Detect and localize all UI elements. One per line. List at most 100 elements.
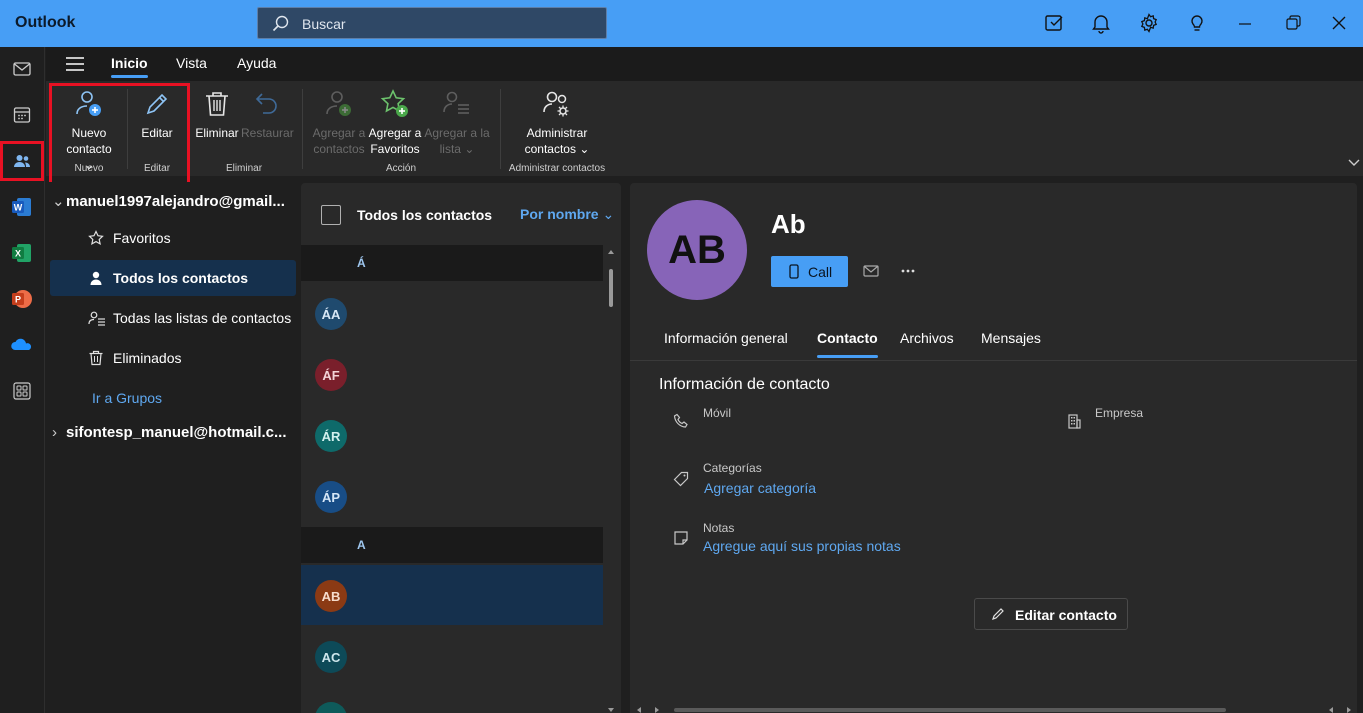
scrollbar-thumb[interactable] — [609, 269, 613, 307]
ribbon-collapse-icon[interactable] — [1348, 159, 1360, 167]
restore-button[interactable]: Restaurar — [241, 87, 294, 141]
section-title: Información de contacto — [659, 376, 830, 393]
select-all-checkbox[interactable] — [321, 205, 341, 225]
svg-text:P: P — [15, 295, 21, 305]
title-bar: Outlook Buscar — [0, 0, 1363, 47]
tab-inicio[interactable]: Inicio — [111, 55, 148, 78]
edit-contact-button[interactable]: Editar contacto — [974, 598, 1128, 630]
tab-informacion-general[interactable]: Información general — [664, 330, 788, 346]
list-item[interactable] — [301, 687, 603, 713]
groups-link[interactable]: Ir a Grupos — [92, 390, 162, 406]
list-item[interactable]: ÁP — [301, 466, 603, 526]
mail-icon[interactable] — [863, 265, 879, 277]
ribbon: Nuevo contacto ⌄ Editar Eliminar Restaur… — [46, 81, 1363, 177]
section-letter: Á — [357, 256, 366, 270]
folder-favoritos[interactable]: Favoritos — [50, 220, 296, 256]
star-add-icon — [380, 89, 408, 117]
avatar: ÁA — [315, 298, 347, 330]
add-to-favorites-label-1: Agregar a — [368, 126, 422, 140]
tab-ayuda[interactable]: Ayuda — [237, 55, 276, 71]
folder-label: Todos los contactos — [113, 270, 249, 286]
add-to-list-button[interactable]: Agregar a la lista ⌄ — [422, 87, 492, 157]
rail-excel[interactable]: X — [0, 233, 44, 273]
word-icon: W — [12, 198, 31, 216]
bell-icon[interactable] — [1090, 12, 1112, 34]
list-item[interactable]: ÁF — [301, 344, 603, 404]
rail-calendar[interactable] — [0, 95, 44, 135]
folder-listas[interactable]: Todas las listas de contactos — [50, 300, 296, 336]
avatar — [315, 702, 347, 713]
manage-label-1: Administrar — [526, 126, 588, 140]
powerpoint-icon: P — [12, 290, 32, 308]
contact-list-icon — [88, 311, 105, 326]
star-icon — [88, 230, 104, 246]
gear-icon[interactable] — [1138, 12, 1160, 34]
chevron-right-icon: › — [52, 424, 57, 441]
rail-apps[interactable] — [0, 371, 44, 411]
close-icon[interactable] — [1328, 12, 1350, 34]
contact-list-title: Todos los contactos — [357, 207, 493, 223]
rail-onedrive[interactable] — [0, 325, 44, 365]
call-button[interactable]: Call — [771, 256, 848, 287]
folder-todos-los-contactos[interactable]: Todos los contactos — [50, 260, 296, 296]
list-item[interactable]: AC — [301, 626, 603, 686]
tab-contacto[interactable]: Contacto — [817, 330, 878, 358]
add-to-favorites-button[interactable]: Agregar a Favoritos — [366, 87, 424, 157]
note-icon — [674, 531, 688, 545]
add-category-link[interactable]: Agregar categoría — [704, 480, 816, 496]
sort-dropdown[interactable]: Por nombre ⌄ — [520, 206, 614, 223]
excel-icon: X — [12, 244, 31, 262]
rail-powerpoint[interactable]: P — [0, 279, 44, 319]
app-title: Outlook — [15, 14, 76, 31]
avatar: ÁF — [315, 359, 347, 391]
tab-mensajes[interactable]: Mensajes — [981, 330, 1041, 346]
avatar: ÁP — [315, 481, 347, 513]
section-header: Á — [301, 245, 603, 281]
scrollbar-thumb[interactable] — [674, 708, 1226, 712]
tab-vista[interactable]: Vista — [176, 55, 207, 71]
ribbon-tabs: Inicio Vista Ayuda — [46, 47, 1363, 81]
edit-contact-label: Editar contacto — [1015, 607, 1117, 623]
people-icon — [14, 155, 30, 167]
list-item[interactable]: ÁR — [301, 405, 603, 465]
list-item[interactable]: ÁA — [301, 283, 603, 343]
folder-label: Eliminados — [113, 350, 182, 366]
contact-list-icon — [443, 91, 469, 114]
app-rail: W X P — [0, 47, 45, 713]
tag-icon — [673, 471, 689, 487]
manage-contacts-button[interactable]: Administrar contactos ⌄ — [516, 87, 598, 157]
chevron-down-icon: ⌄ — [579, 142, 590, 156]
account-hotmail-label: sifontesp_manuel@hotmail.c... — [66, 424, 287, 441]
rail-word[interactable]: W — [0, 187, 44, 227]
search-box[interactable]: Buscar — [257, 7, 607, 39]
lightbulb-icon[interactable] — [1186, 12, 1208, 34]
more-options-icon[interactable] — [901, 269, 915, 273]
person-icon — [90, 271, 102, 285]
undo-icon — [255, 93, 277, 114]
contact-avatar: AB — [647, 200, 747, 300]
folder-label: Favoritos — [113, 230, 171, 246]
folder-eliminados[interactable]: Eliminados — [50, 340, 296, 376]
trash-icon — [206, 92, 228, 116]
contact-list: Todos los contactos Por nombre ⌄ Á ÁA ÁF… — [301, 183, 621, 713]
rail-people[interactable] — [0, 141, 44, 181]
hamburger-icon[interactable] — [66, 57, 84, 71]
minimize-icon[interactable] — [1234, 12, 1256, 34]
horizontal-scrollbar[interactable] — [630, 705, 1357, 713]
list-item[interactable]: AB — [301, 565, 603, 625]
svg-text:W: W — [14, 203, 23, 213]
account-gmail[interactable]: ⌄manuel1997alejandro@gmail... — [52, 192, 292, 210]
tab-archivos[interactable]: Archivos — [900, 330, 954, 346]
scrollbar[interactable] — [607, 249, 614, 713]
add-to-contacts-label-1: Agregar a — [312, 126, 366, 140]
scroll-right-icon — [1347, 707, 1351, 713]
rail-mail[interactable] — [0, 49, 44, 89]
add-notes-link[interactable]: Agregue aquí sus propias notas — [703, 538, 901, 554]
account-hotmail[interactable]: › sifontesp_manuel@hotmail.c... — [52, 424, 292, 441]
chevron-down-icon: ⌄ — [464, 142, 475, 156]
notes-icon[interactable] — [1043, 12, 1065, 34]
company-label: Empresa — [1095, 406, 1144, 420]
restore-icon[interactable] — [1282, 12, 1304, 34]
add-to-contacts-button[interactable]: Agregar a contactos — [310, 87, 368, 157]
delete-button[interactable]: Eliminar — [194, 87, 240, 141]
